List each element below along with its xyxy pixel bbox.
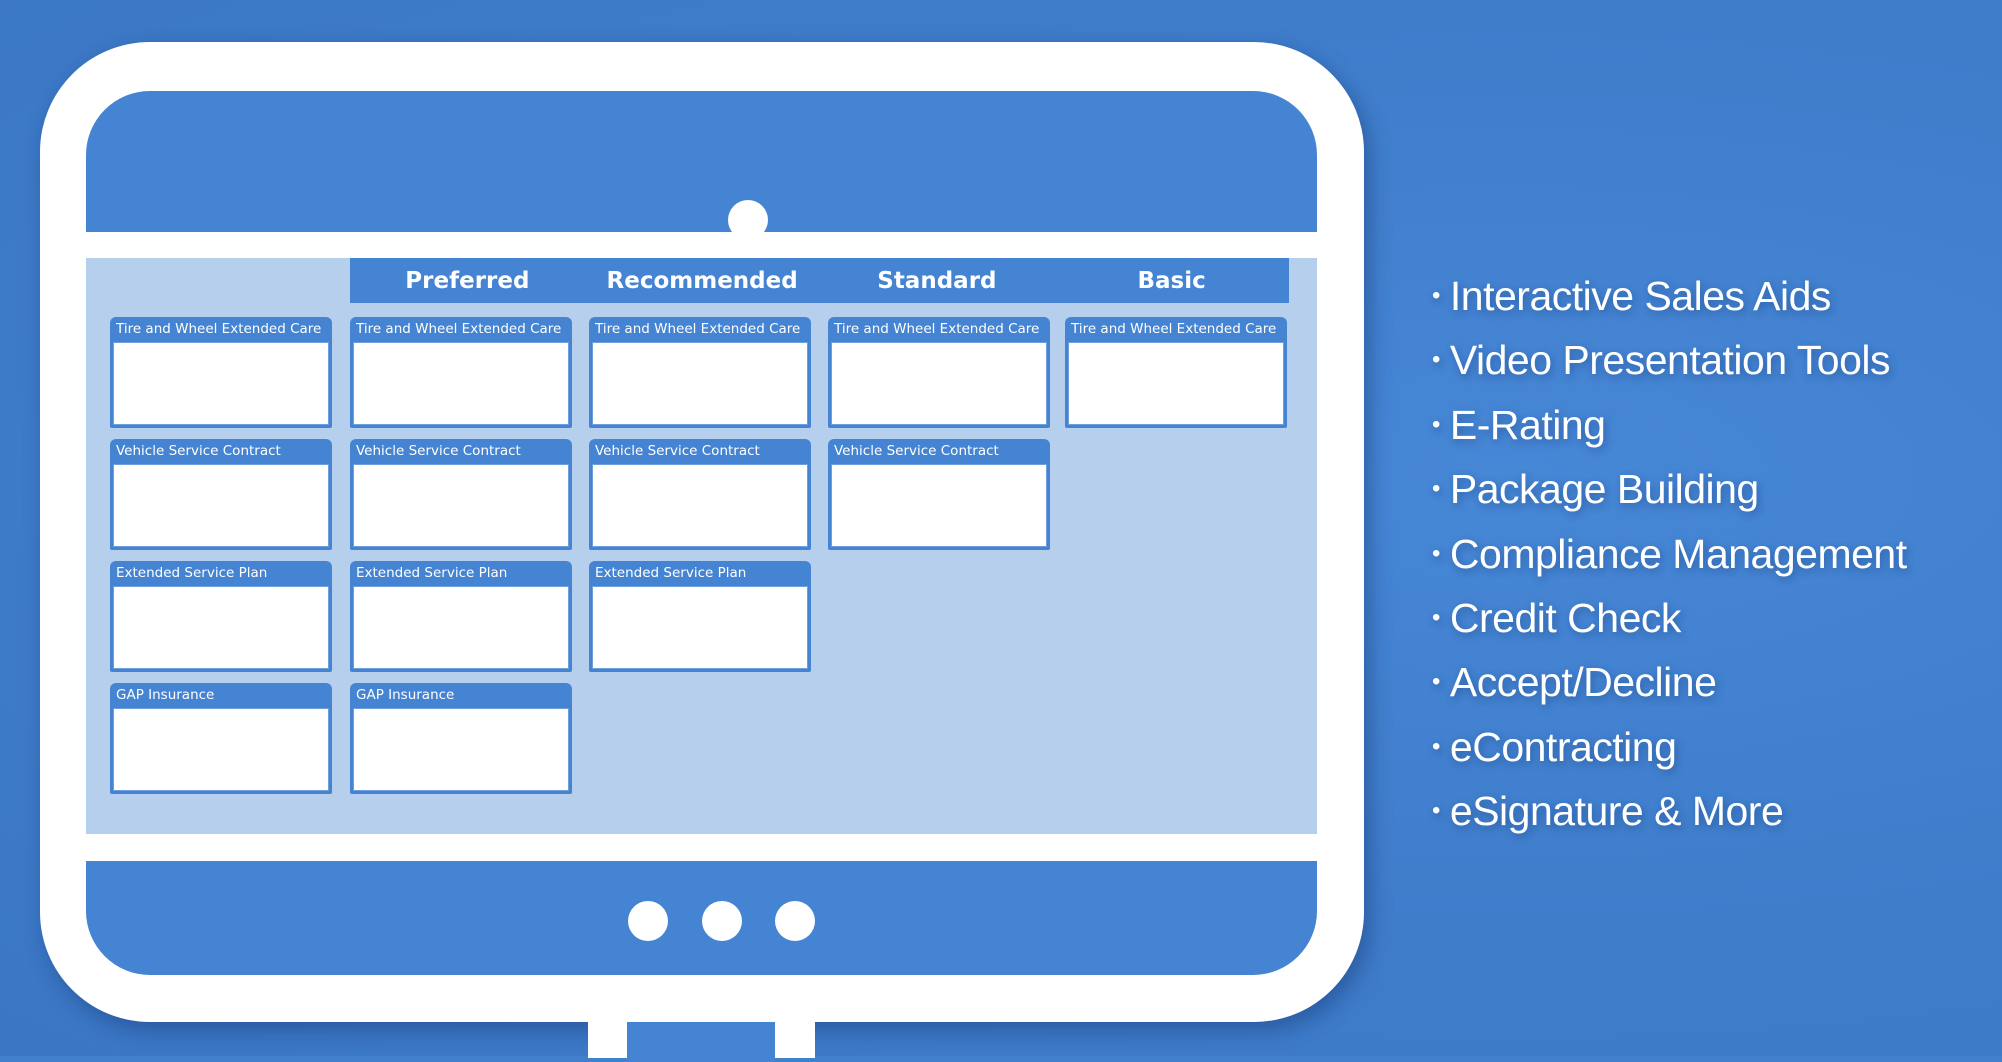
camera-icon — [728, 200, 768, 240]
product-card-title: Tire and Wheel Extended Care — [116, 321, 322, 337]
feature-item: • Compliance Management — [1432, 522, 1907, 586]
dot-icon — [775, 901, 815, 941]
product-card[interactable]: Tire and Wheel Extended Care — [350, 317, 572, 428]
top-bezel — [86, 91, 1317, 240]
product-card[interactable]: Tire and Wheel Extended Care — [828, 317, 1050, 428]
product-card-title: Tire and Wheel Extended Care — [595, 321, 801, 337]
product-card[interactable]: Vehicle Service Contract — [828, 439, 1050, 550]
product-card[interactable]: GAP Insurance — [110, 683, 332, 794]
bullet-icon: • — [1432, 732, 1440, 760]
product-card-body — [592, 342, 808, 425]
feature-label: Package Building — [1449, 466, 1759, 513]
product-card[interactable]: Vehicle Service Contract — [589, 439, 811, 550]
tier-basic[interactable]: Basic — [1054, 258, 1289, 303]
bullet-icon: • — [1432, 797, 1440, 825]
product-card-title: Vehicle Service Contract — [834, 443, 999, 459]
bullet-icon: • — [1432, 410, 1440, 438]
tier-recommended[interactable]: Recommended — [585, 258, 820, 303]
menu-screen: Preferred Recommended Standard Basic Tir… — [86, 258, 1317, 834]
product-card-body — [353, 464, 569, 547]
bullet-icon: • — [1432, 668, 1440, 696]
bullet-icon: • — [1432, 281, 1440, 309]
product-card-body — [113, 708, 329, 791]
product-card-title: Tire and Wheel Extended Care — [834, 321, 1040, 337]
product-card-body — [113, 342, 329, 425]
feature-label: Interactive Sales Aids — [1449, 273, 1831, 319]
tier-standard[interactable]: Standard — [820, 258, 1055, 303]
feature-item: • Interactive Sales Aids — [1432, 264, 1907, 328]
feature-item: • eSignature & More — [1432, 779, 1907, 843]
tier-preferred[interactable]: Preferred — [350, 258, 585, 303]
feature-label: eSignature & More — [1449, 788, 1784, 835]
product-card-body — [831, 464, 1047, 547]
product-card-title: Tire and Wheel Extended Care — [1071, 321, 1277, 337]
product-card[interactable]: Vehicle Service Contract — [110, 439, 332, 550]
product-card-body — [353, 586, 569, 669]
product-card-title: Vehicle Service Contract — [595, 443, 760, 459]
product-card-title: Extended Service Plan — [116, 565, 268, 581]
product-card-body — [592, 464, 808, 547]
product-card-body — [353, 708, 569, 791]
product-card-title: Tire and Wheel Extended Care — [356, 321, 562, 337]
product-card[interactable]: Vehicle Service Contract — [350, 439, 572, 550]
product-card-body — [113, 586, 329, 669]
bullet-icon: • — [1432, 475, 1440, 503]
bullet-icon: • — [1432, 539, 1440, 567]
product-card-body — [113, 464, 329, 547]
feature-item: • Package Building — [1432, 457, 1907, 521]
product-card-title: Extended Service Plan — [356, 565, 508, 581]
product-card[interactable]: Tire and Wheel Extended Care — [1065, 317, 1287, 428]
product-card-body — [1068, 342, 1284, 425]
product-card-body — [831, 342, 1047, 425]
tablet-monitor-frame: Preferred Recommended Standard Basic Tir… — [40, 42, 1364, 1022]
feature-list: • Interactive Sales Aids • Video Presentati… — [1432, 264, 1907, 844]
product-card-title: GAP Insurance — [356, 687, 455, 703]
feature-label: E-Rating — [1449, 401, 1606, 448]
product-card[interactable]: Extended Service Plan — [350, 561, 572, 672]
product-card[interactable]: Tire and Wheel Extended Care — [110, 317, 332, 428]
product-card-title: Vehicle Service Contract — [116, 443, 281, 459]
product-card[interactable]: GAP Insurance — [350, 683, 572, 794]
feature-label: Credit Check — [1449, 594, 1681, 641]
feature-item: • Credit Check — [1432, 586, 1907, 650]
tier-header-row: Preferred Recommended Standard Basic — [350, 258, 1289, 303]
product-card-title: Vehicle Service Contract — [356, 443, 521, 459]
product-card-body — [353, 342, 569, 425]
feature-item: • eContracting — [1432, 715, 1907, 779]
monitor-stand — [588, 1018, 815, 1062]
feature-item: • E-Rating — [1432, 393, 1907, 457]
monitor-stand-inner — [627, 1022, 775, 1062]
product-card[interactable]: Tire and Wheel Extended Care — [589, 317, 811, 428]
feature-label: Compliance Management — [1449, 530, 1907, 577]
feature-item: • Accept/Decline — [1432, 650, 1907, 714]
dot-icon — [628, 901, 668, 941]
feature-label: Video Presentation Tools — [1449, 337, 1891, 384]
dot-icon — [702, 901, 742, 941]
product-card[interactable]: Extended Service Plan — [110, 561, 332, 672]
bullet-icon: • — [1432, 346, 1440, 374]
product-card-body — [592, 586, 808, 669]
feature-item: • Video Presentation Tools — [1432, 328, 1907, 392]
feature-label: eContracting — [1449, 723, 1677, 770]
bullet-icon: • — [1432, 603, 1440, 631]
feature-label: Accept/Decline — [1449, 659, 1717, 706]
product-card-title: GAP Insurance — [116, 687, 215, 703]
bottom-bezel — [86, 861, 1317, 975]
product-card-title: Extended Service Plan — [595, 565, 747, 581]
product-card[interactable]: Extended Service Plan — [589, 561, 811, 672]
